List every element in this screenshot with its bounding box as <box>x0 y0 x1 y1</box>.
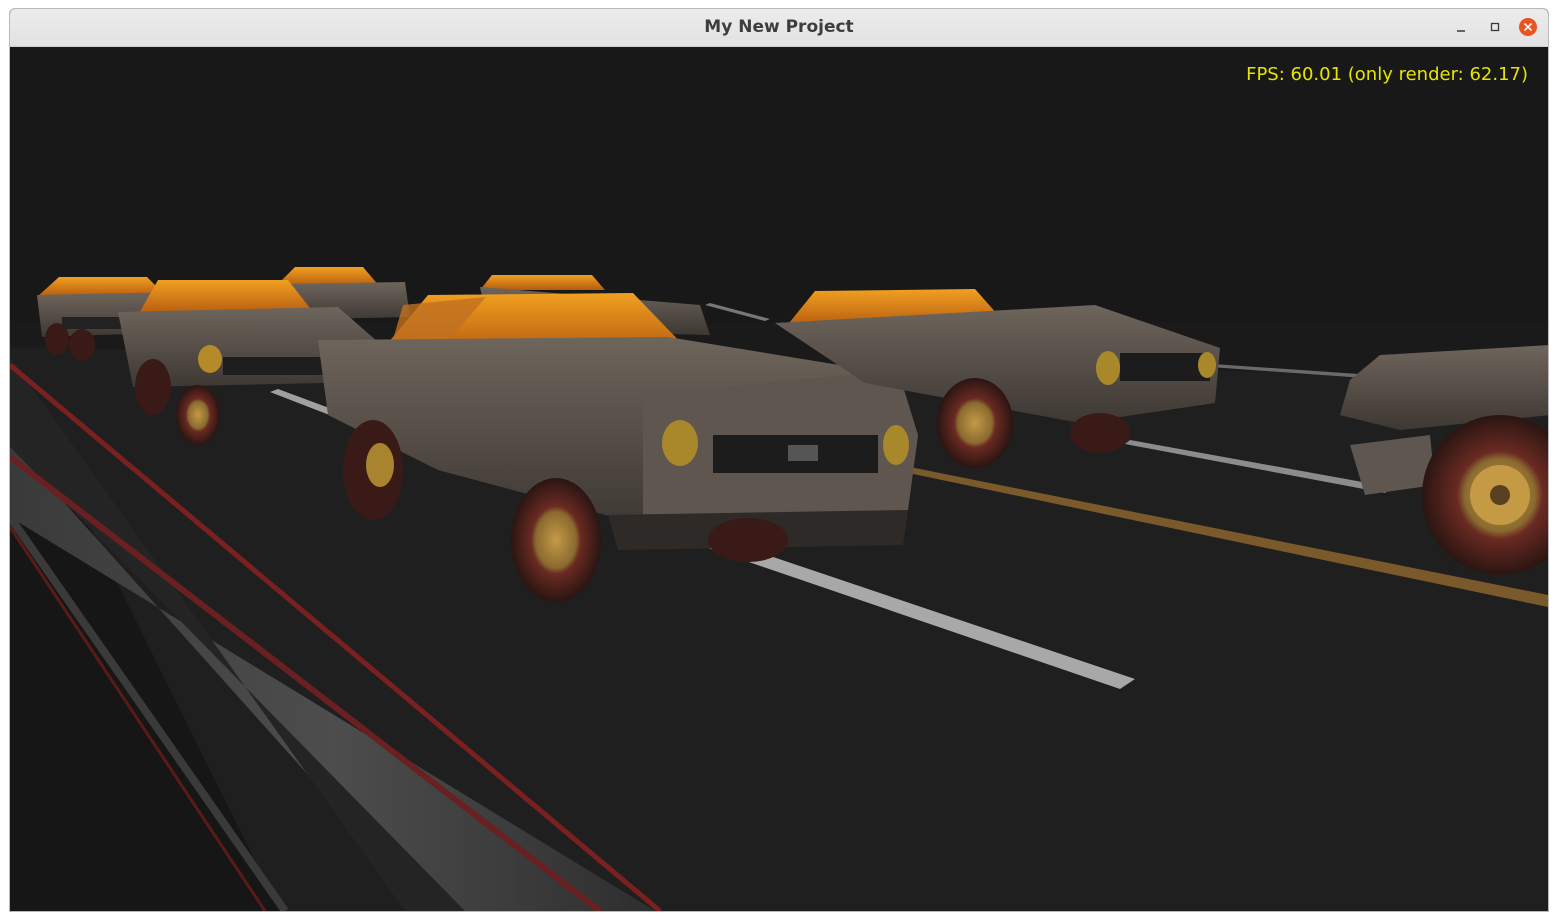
close-button[interactable] <box>1518 17 1538 37</box>
title-bar[interactable]: My New Project <box>10 9 1548 47</box>
app-window: My New Project FPS: 60.01 (only render: … <box>9 8 1549 912</box>
close-icon <box>1519 18 1537 36</box>
fps-counter: FPS: 60.01 (only render: 62.17) <box>1246 64 1528 85</box>
maximize-button[interactable] <box>1485 17 1505 37</box>
minimize-icon <box>1457 30 1465 32</box>
render-scene <box>10 47 1548 911</box>
minimize-button[interactable] <box>1451 17 1471 37</box>
window-title: My New Project <box>704 17 854 37</box>
game-viewport[interactable]: FPS: 60.01 (only render: 62.17) <box>10 47 1548 911</box>
maximize-icon <box>1490 22 1500 32</box>
